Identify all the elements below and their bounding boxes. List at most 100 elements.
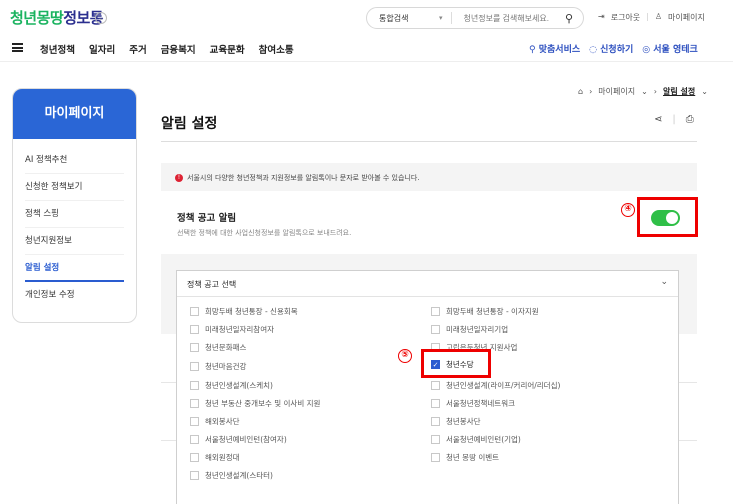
hamburger-menu-icon[interactable] (12, 43, 23, 52)
apply-link[interactable]: ◌ 신청하기 (589, 42, 633, 55)
sidebar-item-support-info[interactable]: 청년지원정보 (25, 228, 124, 255)
sidebar-item-ai-recommend[interactable]: AI 정책추천 (25, 147, 124, 174)
option-item[interactable]: 청년봉사단 (431, 416, 481, 427)
divider: | (646, 12, 649, 21)
setting-desc: 선택한 정책에 대한 사업신청정보를 알림톡으로 보내드려요. (177, 229, 352, 237)
checkbox[interactable] (190, 325, 199, 334)
notice-box: ! 서울시의 다양한 청년정책과 지원정보를 알림톡이나 문자로 받아볼 수 있습… (161, 163, 697, 191)
chevron-down-icon[interactable]: ⌄ (641, 87, 648, 96)
option-label: 서울청년정책네트워크 (446, 399, 515, 408)
nav-item-jobs[interactable]: 일자리 (89, 42, 115, 56)
util-links: ⇥ 로그아웃 | ♙ 마이페이지 (598, 12, 705, 23)
custom-service-label: 맞춤서비스 (538, 45, 581, 55)
divider (161, 141, 697, 142)
option-label: 청년 몽땅 이벤트 (446, 453, 500, 462)
option-item[interactable]: 서울청년예비인턴(기업) (431, 434, 521, 445)
search-scope-select[interactable]: 통합검색 (367, 13, 439, 24)
policy-select-header[interactable]: 정책 공고 선택 ⌄ (177, 271, 678, 297)
chevron-down-icon[interactable]: ⌄ (660, 277, 668, 287)
mypage-link[interactable]: 마이페이지 (668, 12, 705, 23)
checkbox[interactable] (431, 325, 440, 334)
option-item[interactable]: 청년인생설계(스타터) (190, 470, 273, 481)
chevron-right-icon: › (653, 87, 657, 96)
nav-item-housing[interactable]: 주거 (129, 42, 146, 56)
custom-service-link[interactable]: ⚲ 맞춤서비스 (529, 42, 580, 55)
option-item[interactable]: 서울청년정책네트워크 (431, 398, 515, 409)
nav-item-finance[interactable]: 금융복지 (161, 42, 196, 56)
option-label: 미래청년일자리참여자 (205, 325, 274, 334)
search-bar: 통합검색 ▾ ⚲ (366, 7, 584, 29)
option-label: 청년문화패스 (205, 343, 247, 352)
option-item[interactable]: 청년문화패스 (190, 342, 246, 353)
checkbox[interactable] (190, 399, 199, 408)
option-item[interactable]: 해외봉사단 (190, 416, 240, 427)
option-item[interactable]: 서울청년예비인턴(참여자) (190, 434, 287, 445)
option-label: 서울청년예비인턴(기업) (446, 435, 521, 444)
option-label: 청년인생설계(라이프/커리어/리더십) (446, 381, 561, 390)
option-label: 청년마음건강 (205, 362, 247, 371)
option-item[interactable]: 청년인생설계(스케치) (190, 380, 273, 391)
annotation-marker-5: ⑤ (398, 349, 412, 363)
checkbox[interactable] (190, 343, 199, 352)
sidebar-item-applied[interactable]: 신청한 정책보기 (25, 174, 124, 201)
print-icon[interactable]: ⎙ (686, 114, 694, 125)
sidebar-title: 마이페이지 (13, 89, 136, 139)
sidebar-list: AI 정책추천 신청한 정책보기 정책 스핑 청년지원정보 알림 설정 개인정보… (13, 139, 136, 317)
breadcrumb: ⌂ › 마이페이지 ⌄ › 알림 설정 ⌄ (578, 86, 708, 97)
logout-icon[interactable]: ⇥ (598, 12, 605, 23)
option-item[interactable]: 청년마음건강 (190, 361, 246, 372)
share-icon[interactable]: ⋖ (654, 114, 662, 125)
checkbox[interactable] (190, 307, 199, 316)
chevron-down-icon[interactable]: ⌄ (95, 12, 107, 24)
dropdown-label: 정책 공고 선택 (187, 280, 237, 289)
main-nav: 청년정책 일자리 주거 금융복지 교육문화 참여소통 ⚲ 맞춤서비스 ◌ 신청하… (0, 36, 733, 62)
nav-item-education[interactable]: 교육문화 (210, 42, 245, 56)
checkbox[interactable] (190, 435, 199, 444)
option-item[interactable]: 청년 부동산 중개보수 및 이사비 지원 (190, 398, 320, 409)
chevron-down-icon[interactable]: ▾ (439, 14, 443, 22)
nav-item-policy[interactable]: 청년정책 (40, 42, 75, 56)
chevron-down-icon[interactable]: ⌄ (701, 87, 708, 96)
option-item[interactable]: 청년 몽땅 이벤트 (431, 452, 499, 463)
sidebar-item-scrap[interactable]: 정책 스핑 (25, 201, 124, 228)
checkbox[interactable] (190, 453, 199, 462)
checkbox[interactable] (190, 362, 199, 371)
option-item[interactable]: 희망두배 청년통장 - 이자지원 (431, 306, 539, 317)
user-icon[interactable]: ♙ (655, 12, 662, 23)
option-item[interactable]: 해외원정대 (190, 452, 240, 463)
annotation-marker-4: ④ (621, 203, 635, 217)
page-title: 알림 설정 (161, 116, 218, 132)
toggle-knob (666, 212, 678, 224)
alert-icon: ! (175, 174, 183, 182)
nav-item-participation[interactable]: 참여소통 (259, 42, 294, 56)
logout-link[interactable]: 로그아웃 (611, 12, 640, 23)
checkbox[interactable] (431, 435, 440, 444)
policy-alarm-toggle[interactable] (651, 210, 680, 226)
breadcrumb-mypage[interactable]: 마이페이지 (598, 86, 635, 97)
checkbox[interactable] (190, 471, 199, 480)
checkbox[interactable] (190, 417, 199, 426)
sidebar-item-profile-edit[interactable]: 개인정보 수정 (25, 282, 124, 309)
breadcrumb-current[interactable]: 알림 설정 (663, 86, 695, 97)
option-item[interactable]: 청년인생설계(라이프/커리어/리더십) (431, 380, 560, 391)
logo-text-1: 청년몽땅 (10, 9, 64, 27)
checkbox[interactable] (190, 381, 199, 390)
option-item[interactable]: 희망두배 청년통장 - 신용회복 (190, 306, 298, 317)
search-icon[interactable]: ⚲ (565, 12, 573, 25)
option-label: 희망두배 청년통장 - 신용회복 (205, 307, 298, 316)
option-label: 청년봉사단 (446, 417, 481, 426)
checkbox[interactable] (431, 381, 440, 390)
checkbox[interactable] (431, 307, 440, 316)
search-input[interactable] (451, 13, 562, 23)
option-item[interactable]: 미래청년일자리참여자 (190, 324, 274, 335)
sidebar-item-alarm-settings[interactable]: 알림 설정 (25, 255, 124, 282)
youngtech-link[interactable]: ◎ 서울 영테크 (642, 42, 698, 55)
site-logo[interactable]: 청년몽땅정보통 (10, 7, 104, 28)
home-icon[interactable]: ⌂ (578, 87, 583, 96)
option-item[interactable]: 미래청년일자리기업 (431, 324, 508, 335)
checkbox[interactable] (431, 453, 440, 462)
checkbox[interactable] (431, 417, 440, 426)
setting-title: 정책 공고 알림 (177, 213, 237, 224)
checkbox[interactable] (431, 399, 440, 408)
option-label: 해외봉사단 (205, 417, 240, 426)
